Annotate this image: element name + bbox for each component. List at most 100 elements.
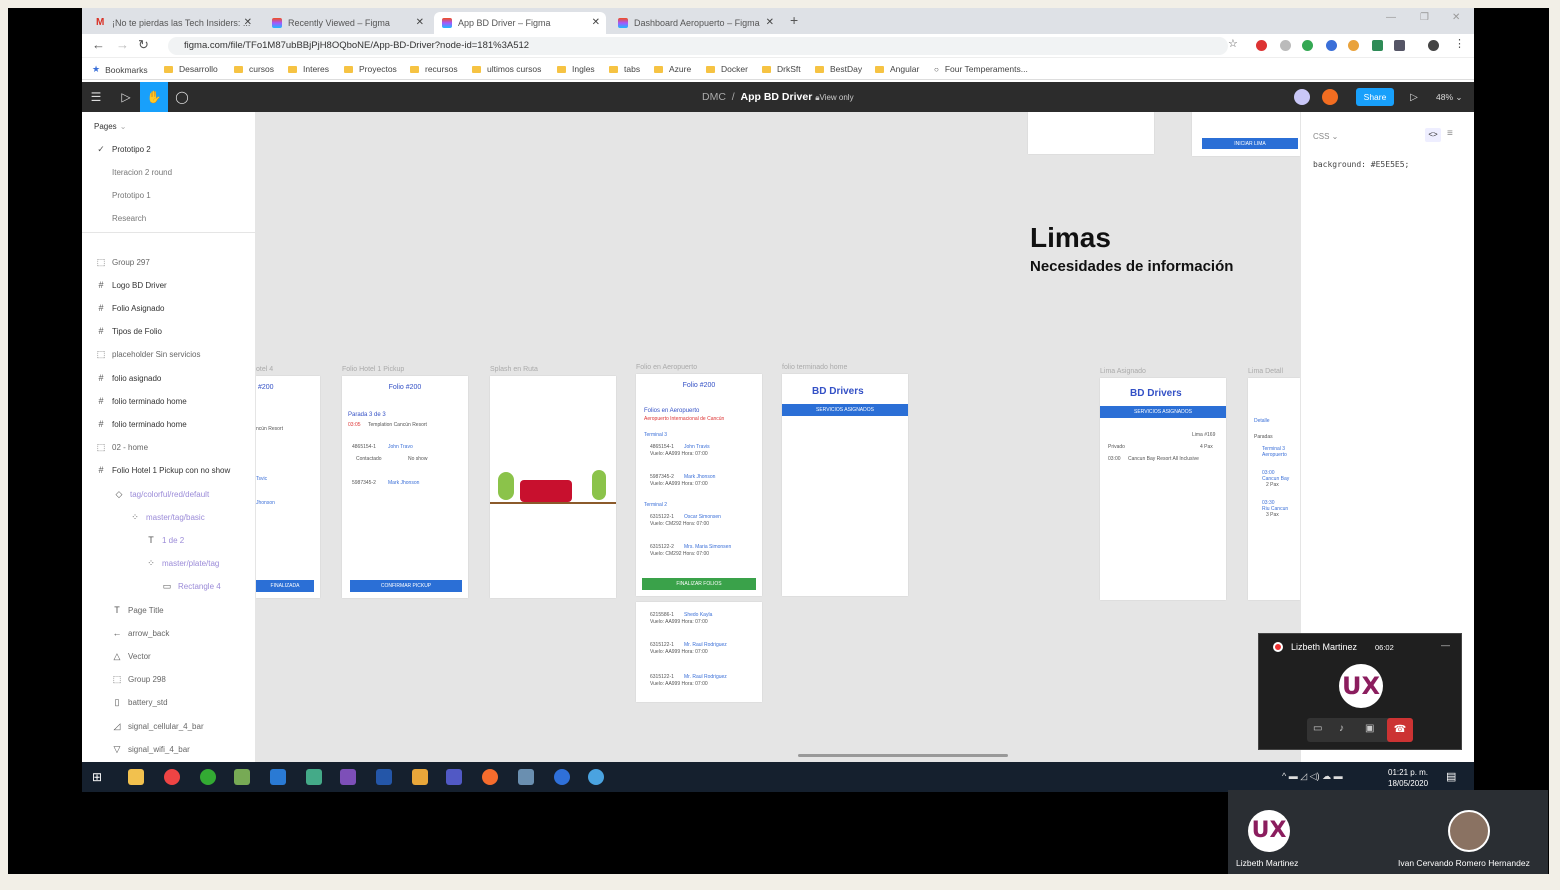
bookmark-folder[interactable]: Angular — [875, 64, 919, 74]
menu-kebab-icon[interactable]: ⋮ — [1454, 37, 1465, 50]
horizontal-scrollbar[interactable] — [798, 754, 1008, 757]
bookmark-folder[interactable]: Docker — [706, 64, 748, 74]
code-icon[interactable]: <> — [1425, 128, 1441, 142]
maximize-icon[interactable]: ❐ — [1420, 12, 1429, 23]
system-tray-icons[interactable]: ^ ▬ ◿ ◁) ☁ ▬ — [1282, 771, 1343, 782]
confirmar-pickup-button[interactable]: CONFIRMAR PICKUP — [350, 580, 462, 592]
close-tab-icon[interactable]: ✕ — [592, 17, 600, 28]
extension-icon[interactable] — [1372, 40, 1383, 51]
layer-item[interactable]: ◿ signal_cellular_4_bar — [82, 716, 255, 736]
phone-frame[interactable]: BD Drivers SERVICIOS ASIGNADOS Lima #169… — [1100, 378, 1226, 600]
forward-icon[interactable]: → — [116, 37, 129, 52]
bookmark-folder[interactable]: Ingles — [557, 64, 595, 74]
bookmark-folder[interactable]: tabs — [609, 64, 640, 74]
phone-frame[interactable]: Folio #200 Parada 3 de 3 03:05 Templatio… — [342, 376, 468, 598]
firefox-icon[interactable] — [482, 769, 498, 785]
layer-item[interactable]: # folio terminado home — [82, 414, 255, 434]
extension-icon[interactable] — [1326, 40, 1337, 51]
layer-item[interactable]: ▭ Rectangle 4 — [82, 576, 255, 596]
pages-header[interactable]: Pages ⌄ — [82, 116, 255, 136]
comment-tool-icon[interactable]: ◯ — [168, 82, 196, 112]
layer-item[interactable]: ⬚ 02 - home — [82, 437, 255, 457]
close-window-icon[interactable]: ✕ — [1452, 12, 1460, 23]
layer-item[interactable]: ⬚ placeholder Sin servicios — [82, 344, 255, 364]
layer-item[interactable]: T Page Title — [82, 600, 255, 620]
minimize-icon[interactable]: — — [1441, 640, 1450, 650]
layer-item[interactable]: # Tipos de Folio — [82, 321, 255, 341]
bookmark-folder[interactable]: DrkSft — [762, 64, 801, 74]
page-item[interactable]: ✓ Prototipo 2 — [82, 139, 255, 159]
file-explorer-icon[interactable] — [128, 769, 144, 785]
microphone-icon[interactable]: ♪ — [1339, 723, 1344, 734]
css-label[interactable]: CSS ⌄ — [1313, 132, 1338, 141]
layer-item[interactable]: # folio asignado — [82, 368, 255, 388]
bookmark-folder[interactable]: BestDay — [815, 64, 862, 74]
reload-icon[interactable]: ↻ — [138, 37, 149, 53]
browser-tab[interactable]: M ¡No te pierdas las Tech Insiders: ... ✕ — [88, 12, 258, 34]
layer-item[interactable]: ▯ battery_std — [82, 692, 255, 712]
bookmark-folder[interactable]: cursos — [234, 64, 274, 74]
star-icon[interactable]: ☆ — [1228, 37, 1238, 50]
notifications-icon[interactable]: ▤ — [1446, 770, 1456, 783]
extension-icon[interactable] — [1280, 40, 1291, 51]
profile-avatar[interactable] — [1428, 40, 1439, 51]
bookmark-item[interactable]: ○ Four Temperaments... — [934, 64, 1028, 74]
bookmark-folder[interactable]: Proyectos — [344, 64, 397, 74]
powershell-icon[interactable] — [376, 769, 392, 785]
app-icon[interactable] — [412, 769, 428, 785]
layer-item[interactable]: ⬚ Group 297 — [82, 252, 255, 272]
share-button[interactable]: Share — [1356, 88, 1394, 106]
avatar[interactable] — [1294, 89, 1310, 105]
layer-item[interactable]: △ Vector — [82, 646, 255, 666]
layer-item[interactable]: # folio terminado home — [82, 391, 255, 411]
notepad-icon[interactable] — [306, 769, 322, 785]
bookmark-folder[interactable]: ultimos cursos — [472, 64, 541, 74]
layer-item[interactable]: # Folio Hotel 1 Pickup con no show — [82, 460, 255, 480]
back-icon[interactable]: ← — [92, 37, 105, 52]
zoom-level[interactable]: 48% ⌄ — [1436, 92, 1463, 103]
move-tool-icon[interactable]: ▷ — [112, 82, 140, 112]
browser-tab[interactable]: Dashboard Aeropuerto – Figma ✕ — [610, 12, 780, 34]
app-icon[interactable] — [518, 769, 534, 785]
new-tab-icon[interactable]: + — [790, 12, 798, 28]
bookmark-item[interactable]: ★ Bookmarks — [92, 64, 148, 75]
phone-frame[interactable] — [490, 376, 616, 598]
extension-icon[interactable] — [1394, 40, 1405, 51]
teams-icon[interactable] — [446, 769, 462, 785]
hand-tool-icon[interactable]: ✋ — [140, 82, 168, 112]
bookmark-folder[interactable]: Desarrollo — [164, 64, 218, 74]
layer-item[interactable]: # Logo BD Driver — [82, 275, 255, 295]
vscode-icon[interactable] — [270, 769, 286, 785]
close-tab-icon[interactable]: ✕ — [244, 17, 252, 28]
iniciar-lima-button[interactable]: INICIAR LIMA — [1202, 138, 1298, 149]
layer-item[interactable]: ▽ signal_wifi_4_bar — [82, 739, 255, 759]
url-field[interactable]: figma.com/file/TFo1M87ubBBjPjH8OQboNE/Ap… — [168, 37, 1228, 55]
hangup-button[interactable]: ☎ — [1387, 718, 1413, 742]
close-tab-icon[interactable]: ✕ — [766, 17, 774, 28]
minimize-icon[interactable]: — — [1386, 12, 1396, 23]
browser-tab-active[interactable]: App BD Driver – Figma ✕ — [434, 12, 606, 34]
menu-icon[interactable]: ☰ — [82, 82, 110, 112]
list-icon[interactable]: ≡ — [1447, 128, 1453, 139]
phone-frame[interactable]: #200 ncún Resort Tsvic Jhonson FINALIZAD… — [256, 376, 320, 598]
layer-item[interactable]: ← arrow_back — [82, 623, 255, 643]
windows-start-icon[interactable]: ⊞ — [92, 770, 102, 784]
frame-partial[interactable]: INICIAR LIMA — [1192, 112, 1300, 156]
browser-tab[interactable]: Recently Viewed – Figma ✕ — [264, 12, 430, 34]
design-canvas[interactable]: INICIAR LIMA Limas Necesidades de inform… — [256, 112, 1300, 762]
extension-icon[interactable] — [1256, 40, 1267, 51]
phone-frame[interactable]: 6215586-1 Shedo Kayla Vuelo: AA999 Hora: 0… — [636, 602, 762, 702]
chrome-icon[interactable] — [164, 769, 180, 785]
layer-item[interactable]: ◇ tag/colorful/red/default — [82, 484, 255, 504]
layer-item[interactable]: ⬚ Group 298 — [82, 669, 255, 689]
layer-item[interactable]: # Folio Asignado — [82, 298, 255, 318]
extension-icon[interactable] — [1302, 40, 1313, 51]
bookmark-folder[interactable]: recursos — [410, 64, 458, 74]
phone-frame[interactable]: Detalle Paradas Terminal 3 Aeropuerto 03… — [1248, 378, 1300, 600]
camera-icon[interactable]: ▭ — [1313, 723, 1322, 734]
globe-icon[interactable] — [588, 769, 604, 785]
phone-frame[interactable]: Folio #200 Folios en Aeropuerto Aeropuer… — [636, 374, 762, 596]
extension-icon[interactable] — [1348, 40, 1359, 51]
layer-item[interactable]: ⁘ master/tag/basic — [82, 507, 255, 527]
close-tab-icon[interactable]: ✕ — [416, 17, 424, 28]
